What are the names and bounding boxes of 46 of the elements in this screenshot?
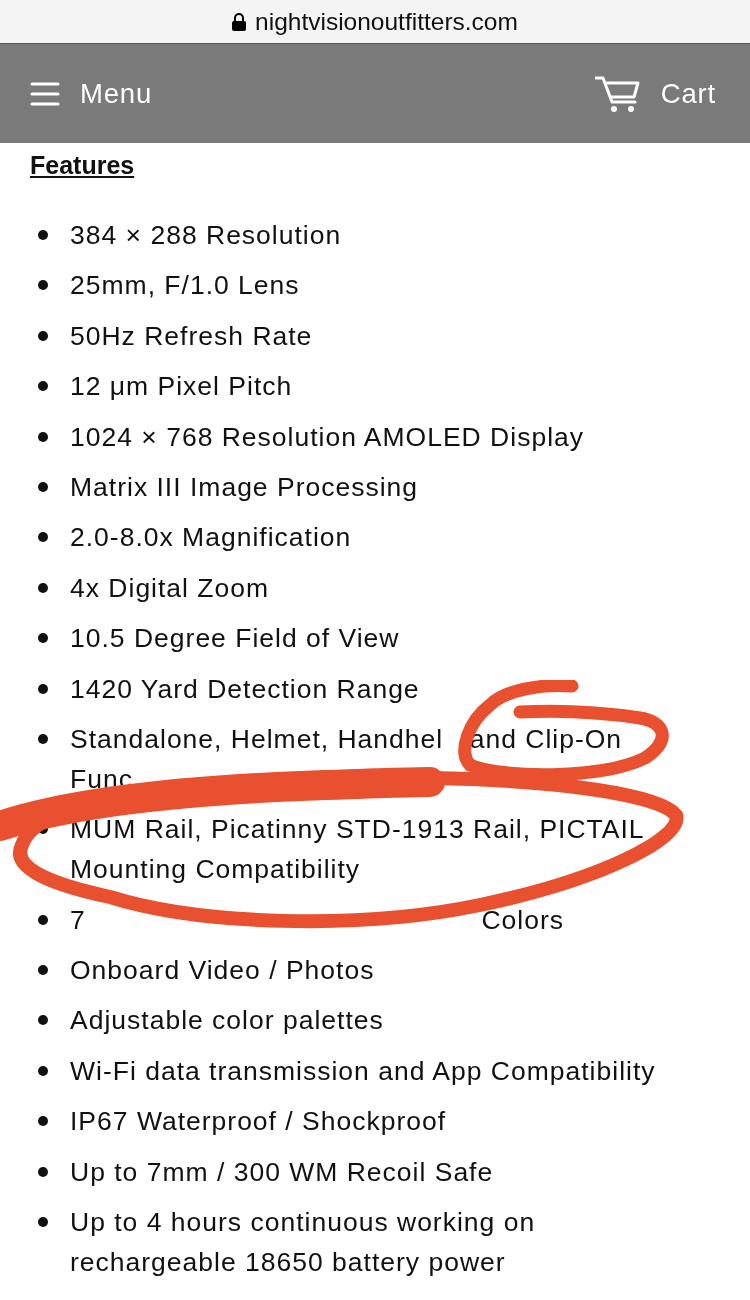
feature-text: 4x Digital Zoom [70,571,271,605]
section-heading: Features [30,150,135,181]
feature-text: IP67 Waterproof / Shockproof [70,1105,448,1139]
bullet-icon [38,532,48,543]
feature-text: 7 [70,903,86,937]
feature-text: Wi-Fi data transmission and App Compatibility [70,1054,657,1088]
feature-text: MUM Rail, Picatinny STD-1913 Rail, PICTAIL Mounting Compatibility [70,813,645,887]
feature-text: Onboard Video / Photos [70,954,376,988]
menu-icon [30,80,60,107]
feature-text: 25mm, F/1.0 Lens [70,269,301,303]
bullet-icon [38,280,48,291]
bullet-icon [38,1217,48,1228]
bullet-icon [38,733,48,744]
bullet-icon [38,330,48,341]
bullet-icon [38,1116,48,1127]
bullet-icon [38,431,48,442]
feature-text: 384 × 288 Resolution [70,219,343,252]
bullet-icon [38,1015,48,1026]
feature-text: Adjustable color palettes [70,1004,385,1038]
bullet-icon [38,582,48,593]
bullet-icon [38,914,48,925]
bullet-icon [38,1065,48,1076]
feature-text: Up to 7mm / 300 WM Recoil Safe [70,1155,495,1189]
bullet-icon [38,481,48,492]
feature-text: Colors [481,903,564,937]
feature-text: 2.0-8.0x Magnification [70,521,353,555]
address-bar[interactable]: nightvisionoutfitters.com [0,0,750,44]
url-text: nightvisionoutfitters.com [255,7,518,36]
lock-icon [232,12,247,31]
feature-text: 1420 Yard Detection Range [70,672,421,706]
feature-text: 10.5 Degree Field of View [70,622,401,656]
feature-text: 12 μm Pixel Pitch [70,370,294,404]
feature-text: Matrix III Image Processing [70,470,420,504]
feature-text: 50Hz Refresh Rate [70,319,314,353]
bullet-icon [38,1166,48,1177]
menu-button[interactable]: Menu [30,77,152,110]
feature-text: Standalone, Helmet, Handhel [70,722,444,756]
cart-button[interactable]: Cart [594,74,716,113]
feature-text: Up to 4 hours continuous working on rechargeable 18650 battery power [70,1206,537,1280]
feature-text: 1024 × 768 Resolution AMOLED Display [70,420,585,454]
bullet-icon [38,633,48,644]
cart-icon [594,74,641,113]
bullet-icon [38,381,48,392]
bullet-icon [38,230,48,240]
bullet-icon [38,965,48,976]
bullet-icon [38,683,48,694]
